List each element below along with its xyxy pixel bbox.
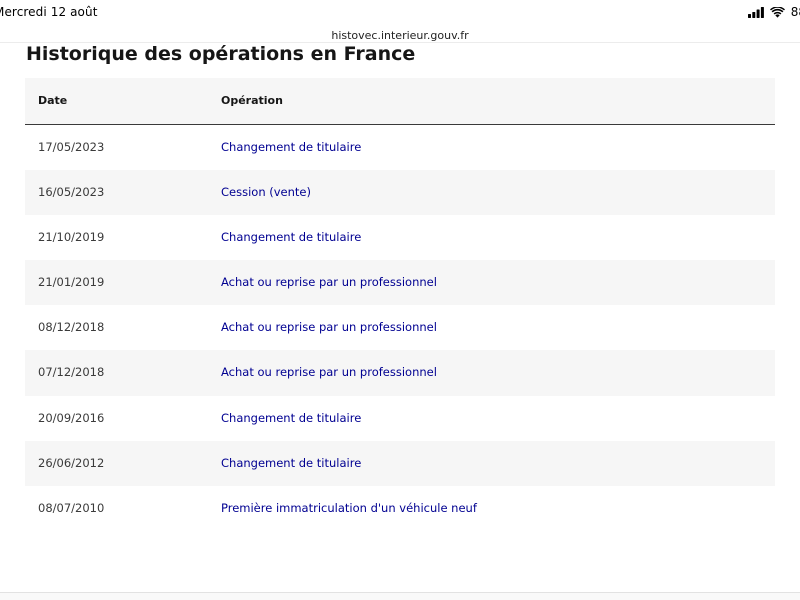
status-bar: Mercredi 12 août 88 xyxy=(0,0,800,24)
status-time: Mercredi 12 août xyxy=(0,5,98,19)
table-row: 26/06/2012 Changement de titulaire xyxy=(25,440,775,486)
row-date: 21/01/2019 xyxy=(38,275,105,290)
operation-link[interactable]: Achat ou reprise par un professionnel xyxy=(221,260,437,305)
screen: Mercredi 12 août 88 h xyxy=(0,0,800,600)
url-text[interactable]: histovec.interieur.gouv.fr xyxy=(331,28,468,43)
table-row: 17/05/2023 Changement de titulaire xyxy=(25,125,775,170)
table-row: 16/05/2023 Cession (vente) xyxy=(25,170,775,216)
address-bar[interactable]: histovec.interieur.gouv.fr xyxy=(0,24,800,43)
operation-link[interactable]: Changement de titulaire xyxy=(221,441,361,486)
row-date: 26/06/2012 xyxy=(38,455,105,470)
operation-link[interactable]: Changement de titulaire xyxy=(221,396,361,441)
row-date: 08/12/2018 xyxy=(38,320,105,335)
table-header: Date Opération xyxy=(25,78,775,125)
operation-link[interactable]: Cession (vente) xyxy=(221,170,311,215)
battery-percent: 88 xyxy=(790,5,800,19)
row-date: 07/12/2018 xyxy=(38,365,105,380)
operation-link[interactable]: Première immatriculation d'un véhicule n… xyxy=(221,486,477,531)
row-date: 16/05/2023 xyxy=(38,185,105,200)
row-date: 20/09/2016 xyxy=(38,410,105,425)
table-row: 07/12/2018 Achat ou reprise par un profe… xyxy=(25,350,775,396)
signal-icon xyxy=(747,3,764,22)
table-row: 21/10/2019 Changement de titulaire xyxy=(25,215,775,260)
status-indicators: 88 xyxy=(747,3,800,22)
header-date: Date xyxy=(38,94,68,107)
operation-link[interactable]: Changement de titulaire xyxy=(221,215,361,260)
table-row: 08/07/2010 Première immatriculation d'un… xyxy=(25,486,775,531)
operation-link[interactable]: Achat ou reprise par un professionnel xyxy=(221,305,437,350)
page-title: Historique des opérations en France xyxy=(26,43,416,65)
table-row: 21/01/2019 Achat ou reprise par un profe… xyxy=(25,260,775,306)
operation-link[interactable]: Achat ou reprise par un professionnel xyxy=(221,350,437,395)
table-row: 08/12/2018 Achat ou reprise par un profe… xyxy=(25,305,775,350)
wifi-icon xyxy=(769,3,785,22)
header-operation: Opération xyxy=(221,94,283,107)
row-date: 21/10/2019 xyxy=(38,230,105,245)
row-date: 17/05/2023 xyxy=(38,140,105,154)
bottom-divider xyxy=(0,592,800,600)
table-row: 20/09/2016 Changement de titulaire xyxy=(25,396,775,441)
operation-link[interactable]: Changement de titulaire xyxy=(221,125,361,170)
row-date: 08/07/2010 xyxy=(38,500,105,515)
operations-table: Date Opération 17/05/2023 Changement de … xyxy=(25,78,775,531)
page-content: Historique des opérations en France Date… xyxy=(0,43,800,593)
